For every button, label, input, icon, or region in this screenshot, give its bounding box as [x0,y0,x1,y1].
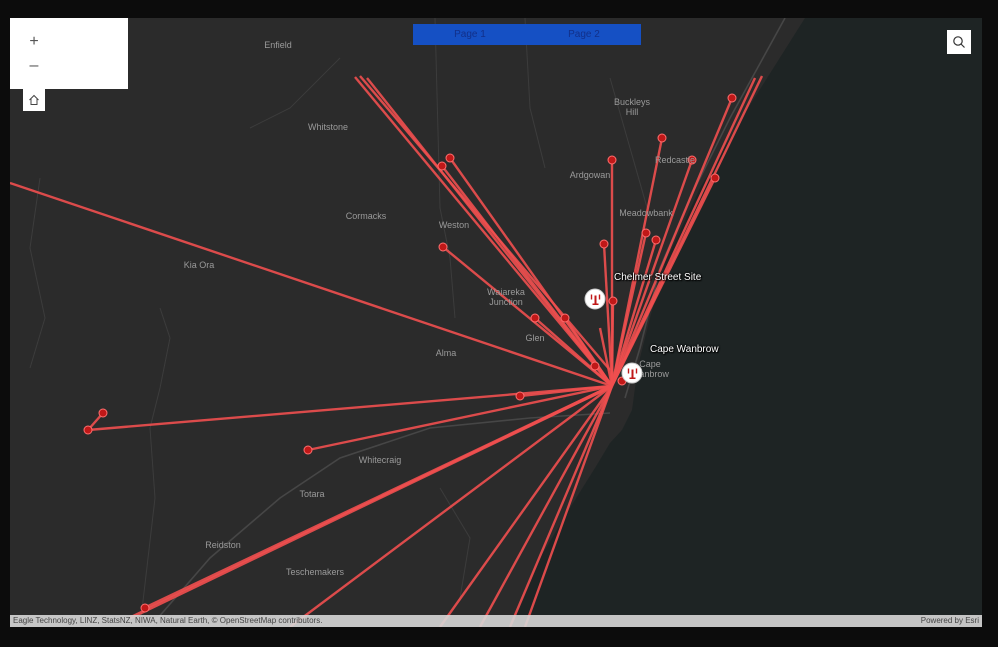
site-label-chelmer-street: Chelmer Street Site [614,272,702,283]
place-label-kia-ora: Kia Ora [183,260,215,270]
site-point[interactable] [140,603,150,613]
site-marker-chelmer-street[interactable] [584,288,606,310]
basemap [10,18,982,627]
site-point[interactable] [657,133,667,143]
zoom-out-icon: – [29,57,39,74]
place-label-reidston: Reidston [205,540,241,550]
zoom-out-button[interactable]: – [22,55,46,77]
connection-line [307,384,613,452]
site-point[interactable] [651,235,661,245]
place-label-redcastle: Redcastle [654,155,696,165]
site-point[interactable] [445,153,455,163]
place-label-meadowbank: Meadowbank [619,208,673,218]
site-point[interactable] [560,313,570,323]
site-point[interactable] [590,361,600,371]
place-label-weston: Weston [438,220,470,230]
page-tabs: Page 1 Page 2 [413,24,641,45]
place-label-waiareka-junction: Waiareka Junction [487,287,525,307]
powered-by-text[interactable]: Powered by Esri [921,615,979,627]
zoom-in-button[interactable]: + [22,31,46,53]
zoom-controls: + – [10,18,128,89]
connection-line [354,76,613,387]
tab-page-2[interactable]: Page 2 [568,29,600,40]
search-button[interactable] [947,30,971,54]
place-label-whitecraig: Whitecraig [358,455,402,465]
home-icon [29,94,39,105]
place-label-glen: Glen [525,333,545,343]
site-point[interactable] [530,313,540,323]
place-label-buckleys-hill: Buckleys Hill [613,97,650,117]
place-label-whitstone: Whitstone [307,122,349,132]
place-label-ardgowan: Ardgowan [569,170,611,180]
site-point[interactable] [727,93,737,103]
place-label-alma: Alma [435,348,457,358]
connection-line [441,165,613,387]
place-label-cormacks: Cormacks [345,211,387,221]
site-point[interactable] [437,161,447,171]
tab-page-1[interactable]: Page 1 [454,29,486,40]
site-point[interactable] [641,228,651,238]
connection-line [610,300,615,387]
attribution-bar: Eagle Technology, LINZ, StatsNZ, NIWA, N… [10,615,982,627]
site-marker-cape-wanbrow[interactable] [621,362,643,384]
site-point[interactable] [607,155,617,165]
antenna-icon [590,294,600,305]
place-label-totara: Totara [299,489,325,499]
attribution-text: Eagle Technology, LINZ, StatsNZ, NIWA, N… [13,616,323,625]
site-point[interactable] [599,239,609,249]
site-point[interactable] [710,173,720,183]
site-point[interactable] [438,242,448,252]
site-point[interactable] [98,408,108,418]
site-point[interactable] [303,445,313,455]
zoom-in-icon: + [29,33,39,50]
site-point[interactable] [515,391,525,401]
map-view[interactable]: Enfield Whitstone Buckleys Hill Redcastl… [10,18,982,627]
site-label-cape-wanbrow: Cape Wanbrow [650,344,719,355]
site-point[interactable] [83,425,93,435]
place-label-teschemakers: Teschemakers [285,567,345,577]
place-label-enfield: Enfield [264,40,292,50]
antenna-icon [627,368,637,379]
home-button[interactable] [23,89,45,111]
search-icon [953,36,965,48]
connection-line [10,181,613,388]
site-point[interactable] [608,296,618,306]
